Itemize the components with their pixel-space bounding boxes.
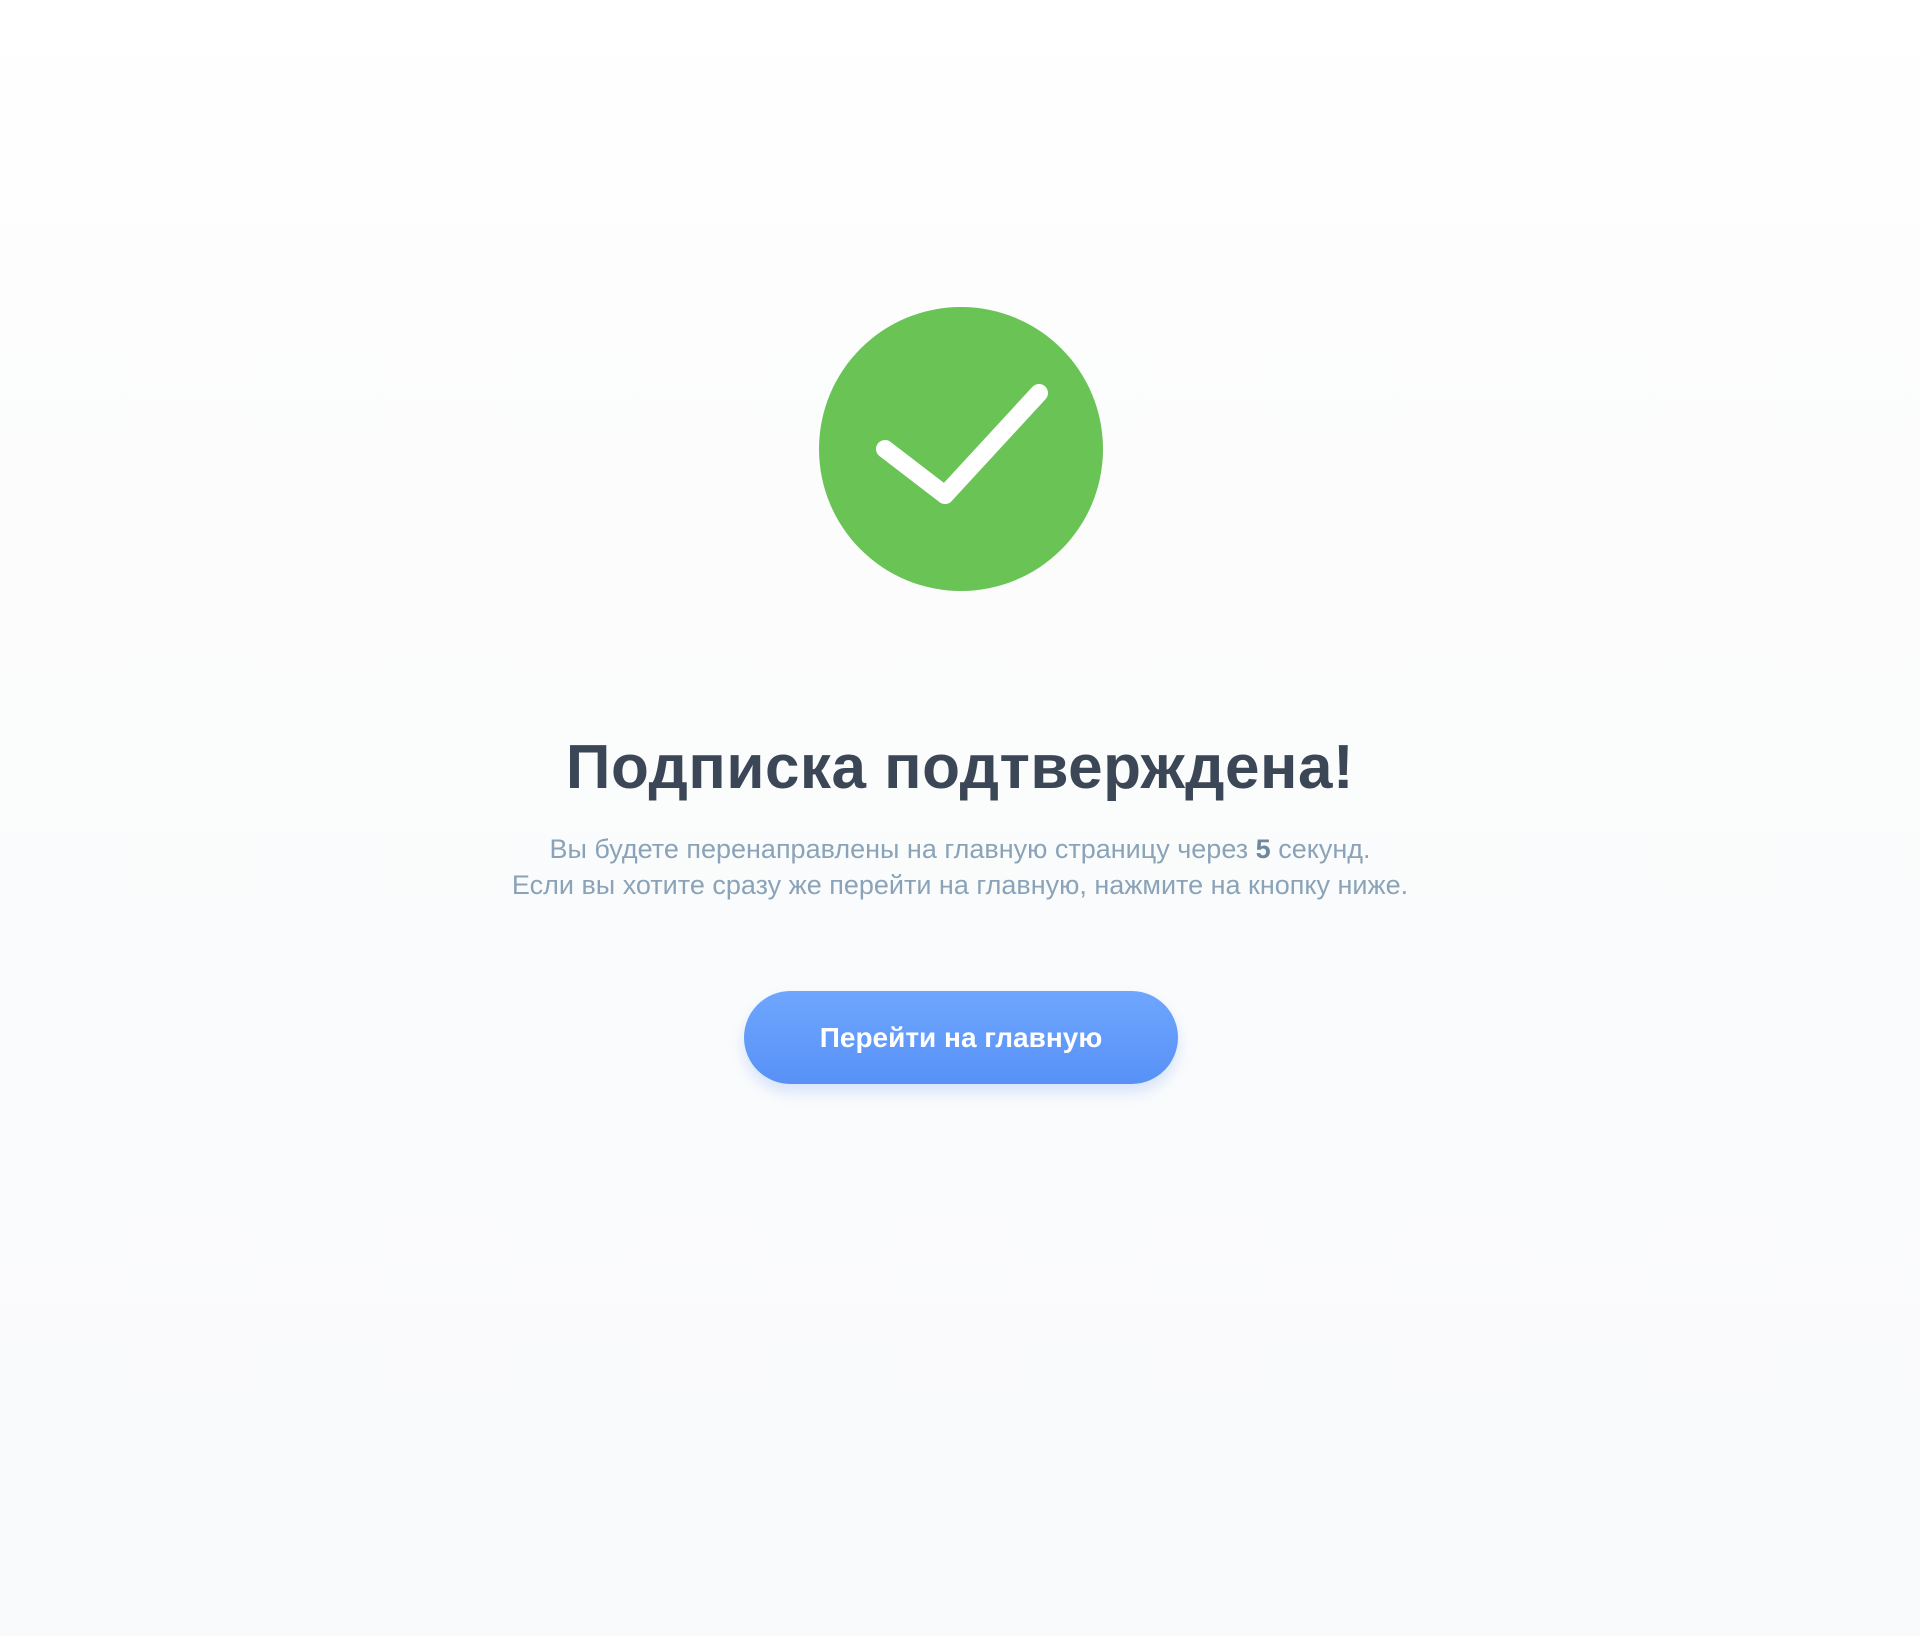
redirect-text-after: секунд. bbox=[1278, 834, 1371, 864]
confirmation-page: Подписка подтверждена! Вы будете перенап… bbox=[0, 0, 1920, 1636]
redirect-text-before: Вы будете перенаправлены на главную стра… bbox=[549, 834, 1249, 864]
redirect-message-line-2: Если вы хотите сразу же перейти на главн… bbox=[511, 870, 1409, 900]
redirect-message-line-1: Вы будете перенаправлены на главную стра… bbox=[0, 831, 1920, 867]
redirect-message: Вы будете перенаправлены на главную стра… bbox=[0, 831, 1920, 903]
checkmark-icon bbox=[876, 384, 1048, 504]
go-home-button[interactable]: Перейти на главную bbox=[744, 991, 1178, 1084]
page-title: Подписка подтверждена! bbox=[565, 732, 1355, 802]
countdown-seconds: 5 bbox=[1255, 834, 1271, 864]
checkmark-circle-icon bbox=[819, 307, 1103, 591]
